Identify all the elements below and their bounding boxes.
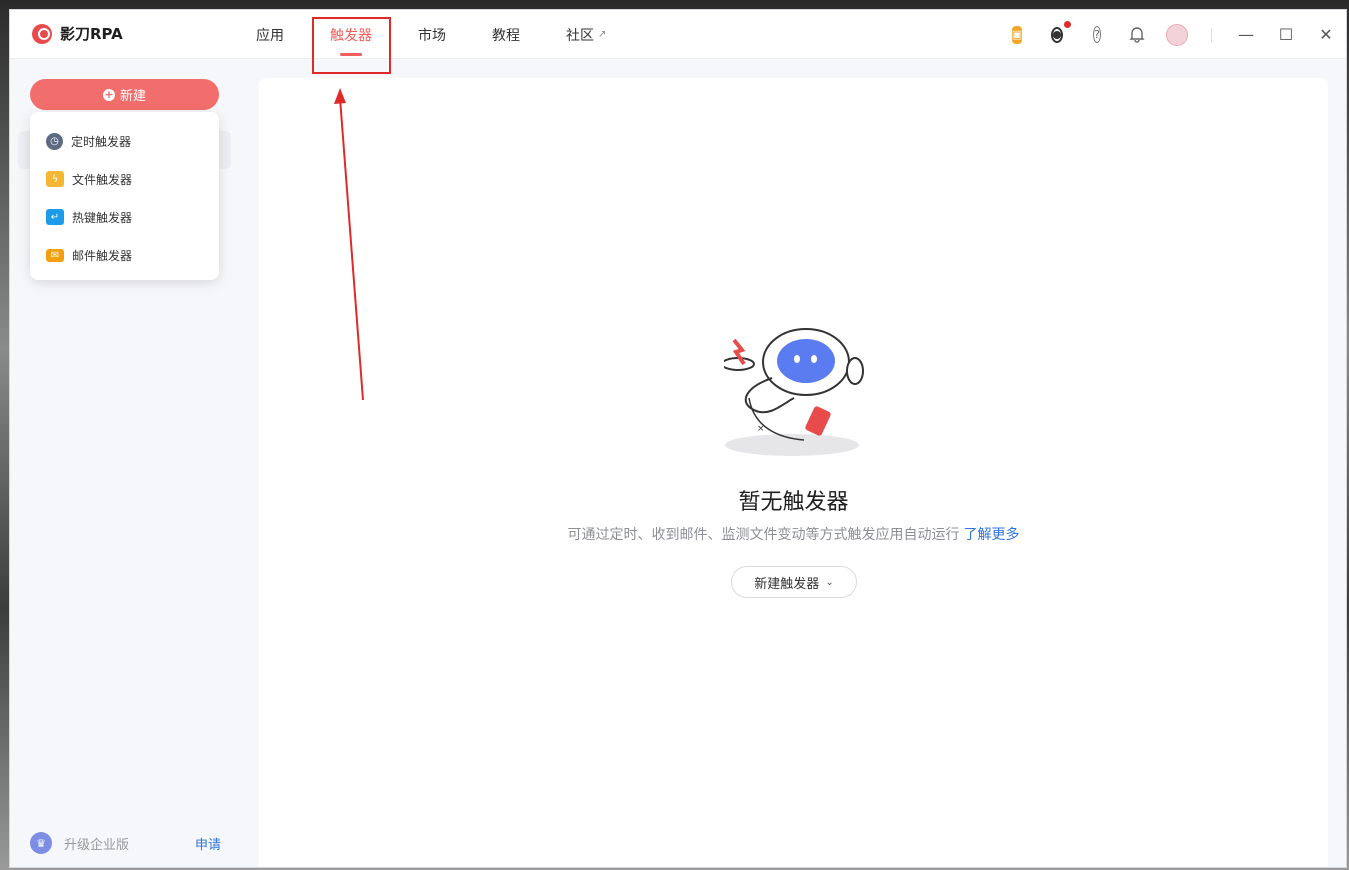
empty-state-title: 暂无触发器 <box>738 490 849 515</box>
avatar-button[interactable] <box>1165 23 1189 47</box>
dropdown-item-mail-trigger[interactable]: ✉ 邮件触发器 <box>30 236 219 274</box>
new-button-label: 新建 <box>119 89 146 104</box>
dropdown-item-label: 热键触发器 <box>72 210 133 225</box>
crown-icon: ♛ <box>30 832 52 854</box>
eye-icon-button[interactable] <box>1045 20 1071 47</box>
new-trigger-button-label: 新建触发器 <box>754 576 820 592</box>
dropdown-item-hotkey-trigger[interactable]: ↵ 热键触发器 <box>30 198 219 236</box>
dropdown-item-file-trigger[interactable]: ϟ 文件触发器 <box>30 160 219 198</box>
app-name: 影刀RPA <box>60 25 123 43</box>
close-icon: ✕ <box>1319 25 1333 44</box>
top-nav: 应用 触发器 市场 教程 社区 ↗ <box>240 10 636 59</box>
dropdown-item-label: 邮件触发器 <box>72 248 133 263</box>
tab-community[interactable]: 社区 ↗ <box>550 10 622 59</box>
maximize-button[interactable]: ☐ <box>1266 10 1306 59</box>
dropdown-item-timer-trigger[interactable]: ◷ 定时触发器 <box>30 122 219 160</box>
external-link-icon: ↗ <box>598 29 607 40</box>
tab-label: 应用 <box>256 27 284 44</box>
chevron-down-icon: ⌄ <box>825 576 834 588</box>
empty-state-description: 可通过定时、收到邮件、监测文件变动等方式触发应用自动运行 了解更多 <box>259 524 1328 544</box>
tab-market[interactable]: 市场 <box>402 10 462 59</box>
separator <box>1211 27 1212 42</box>
notification-dot <box>1064 20 1071 28</box>
mail-icon: ✉ <box>46 248 64 262</box>
maximize-icon: ☐ <box>1278 25 1294 44</box>
avatar-icon <box>1166 23 1188 46</box>
dropdown-item-label: 文件触发器 <box>72 172 133 187</box>
gift-icon-button[interactable]: ▣ <box>1005 23 1029 47</box>
main-panel: × 暂无触发器 可通过定时、收到邮件、监测文件变动等方式触发应用自动运行 了解更多… <box>259 78 1328 867</box>
hotkey-icon: ↵ <box>46 209 64 225</box>
apply-link[interactable]: 申请 <box>195 834 221 853</box>
clock-icon: ◷ <box>46 132 63 150</box>
upgrade-label: 升级企业版 <box>64 837 130 853</box>
learn-more-link[interactable]: 了解更多 <box>964 527 1020 543</box>
upgrade-enterprise: ♛ 升级企业版 申请 <box>30 831 221 855</box>
gift-icon: ▣ <box>1011 25 1023 44</box>
minimize-button[interactable]: — <box>1226 10 1266 59</box>
tab-label: 教程 <box>492 27 520 44</box>
empty-state-desc-text: 可通过定时、收到邮件、监测文件变动等方式触发应用自动运行 <box>567 527 960 543</box>
svg-text:×: × <box>757 424 765 434</box>
plus-icon: + <box>102 87 115 101</box>
new-trigger-button[interactable]: 新建触发器 ⌄ <box>731 566 857 598</box>
tab-tutorials[interactable]: 教程 <box>476 10 536 59</box>
title-bar: 影刀RPA 应用 触发器 市场 教程 社区 ↗ ▣ ? — ☐ ✕ <box>10 10 1346 59</box>
tab-label: 市场 <box>418 27 446 44</box>
new-button[interactable]: + 新建 <box>30 79 219 110</box>
help-icon: ? <box>1093 26 1101 43</box>
bell-icon[interactable] <box>1125 23 1149 47</box>
file-bolt-icon: ϟ <box>46 171 64 187</box>
brand: 影刀RPA <box>32 23 123 44</box>
app-window: 影刀RPA 应用 触发器 市场 教程 社区 ↗ ▣ ? — ☐ ✕ + 新建 ◷… <box>9 9 1347 868</box>
sidebar: + 新建 ◷ 定时触发器 ϟ 文件触发器 ↵ 热键触发器 ✉ 邮件触发器 ♛ 升 <box>10 59 240 867</box>
tab-label: 触发器 <box>330 27 372 44</box>
dropdown-item-label: 定时触发器 <box>71 134 132 149</box>
app-logo-icon <box>32 23 52 44</box>
close-button[interactable]: ✕ <box>1306 10 1346 59</box>
toolbar-right: ▣ ? — ☐ ✕ <box>997 10 1346 59</box>
tab-apps[interactable]: 应用 <box>240 10 300 59</box>
tab-label: 社区 <box>566 27 594 44</box>
tab-triggers[interactable]: 触发器 <box>314 10 388 59</box>
eye-icon <box>1051 26 1063 43</box>
minimize-icon: — <box>1238 25 1254 44</box>
help-icon-button[interactable]: ? <box>1085 23 1109 47</box>
robot-illustration: × <box>724 328 864 456</box>
new-trigger-dropdown: ◷ 定时触发器 ϟ 文件触发器 ↵ 热键触发器 ✉ 邮件触发器 <box>30 112 219 280</box>
